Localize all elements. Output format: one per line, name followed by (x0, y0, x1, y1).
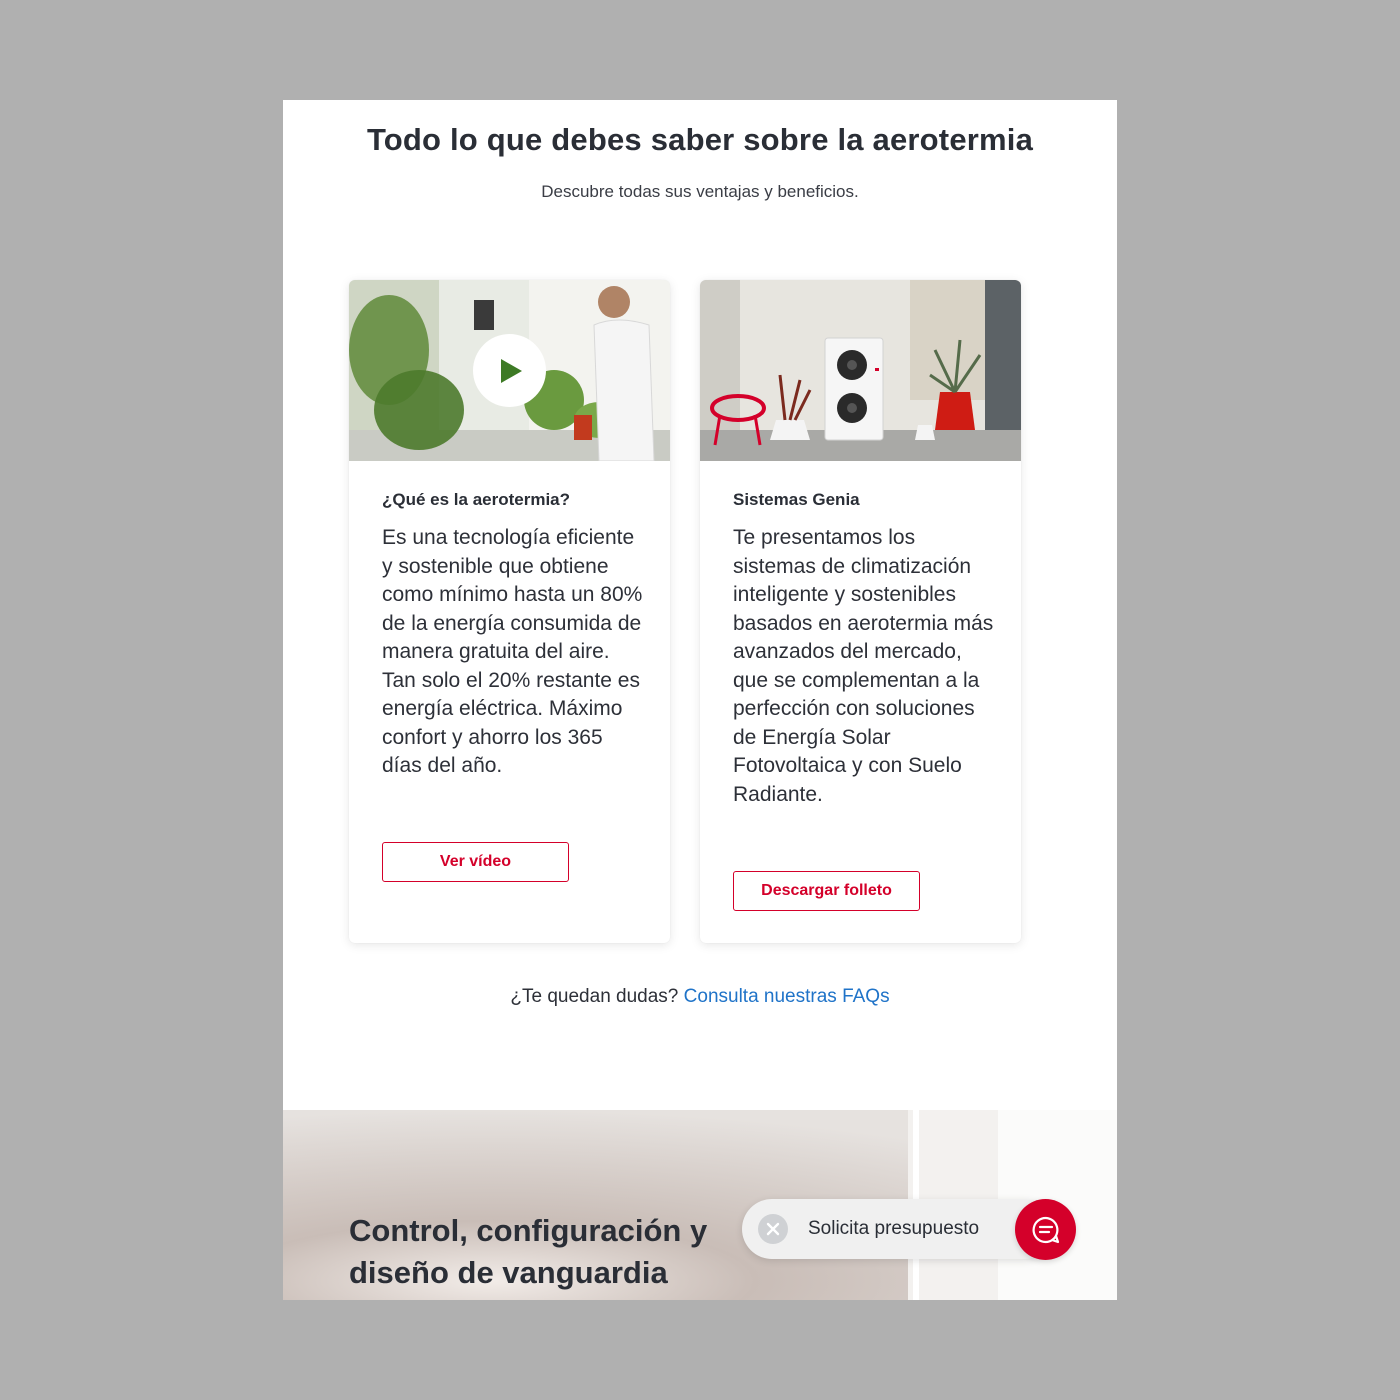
faq-line: ¿Te quedan dudas? Consulta nuestras FAQs (283, 986, 1117, 1008)
card-aerotermia: ¿Qué es la aerotermia? Es una tecnología… (349, 280, 670, 943)
play-icon (500, 358, 522, 383)
faq-link[interactable]: Consulta nuestras FAQs (684, 986, 890, 1007)
watch-video-button[interactable]: Ver vídeo (382, 842, 569, 882)
card-heading: Sistemas Genia (733, 490, 860, 509)
close-icon[interactable] (758, 1214, 788, 1244)
card-body: Es una tecnología eficiente y sostenible… (382, 526, 643, 777)
section-subtitle: Descubre todas sus ventajas y beneficios… (541, 182, 859, 201)
quote-request-pill[interactable]: Solicita presupuesto (742, 1199, 1054, 1259)
chat-button[interactable] (1015, 1199, 1076, 1260)
card-body: Te presentamos los sistemas de climatiza… (733, 526, 994, 806)
card-sistemas-genia: Sistemas Genia Te presentamos los sistem… (700, 280, 1021, 943)
section-title: Todo lo que debes saber sobre la aeroter… (366, 122, 1034, 157)
hero-title: Control, configuración y diseño de vangu… (349, 1213, 708, 1290)
chat-icon (1032, 1216, 1059, 1243)
product-photo (700, 280, 1021, 461)
card-heading: ¿Qué es la aerotermia? (382, 490, 571, 509)
play-button[interactable] (473, 334, 546, 407)
quote-request-label[interactable]: Solicita presupuesto (808, 1218, 979, 1240)
faq-question: ¿Te quedan dudas? (510, 986, 679, 1007)
page: Todo lo que debes saber sobre la aeroter… (283, 100, 1117, 1300)
download-brochure-button[interactable]: Descargar folleto (733, 871, 920, 911)
